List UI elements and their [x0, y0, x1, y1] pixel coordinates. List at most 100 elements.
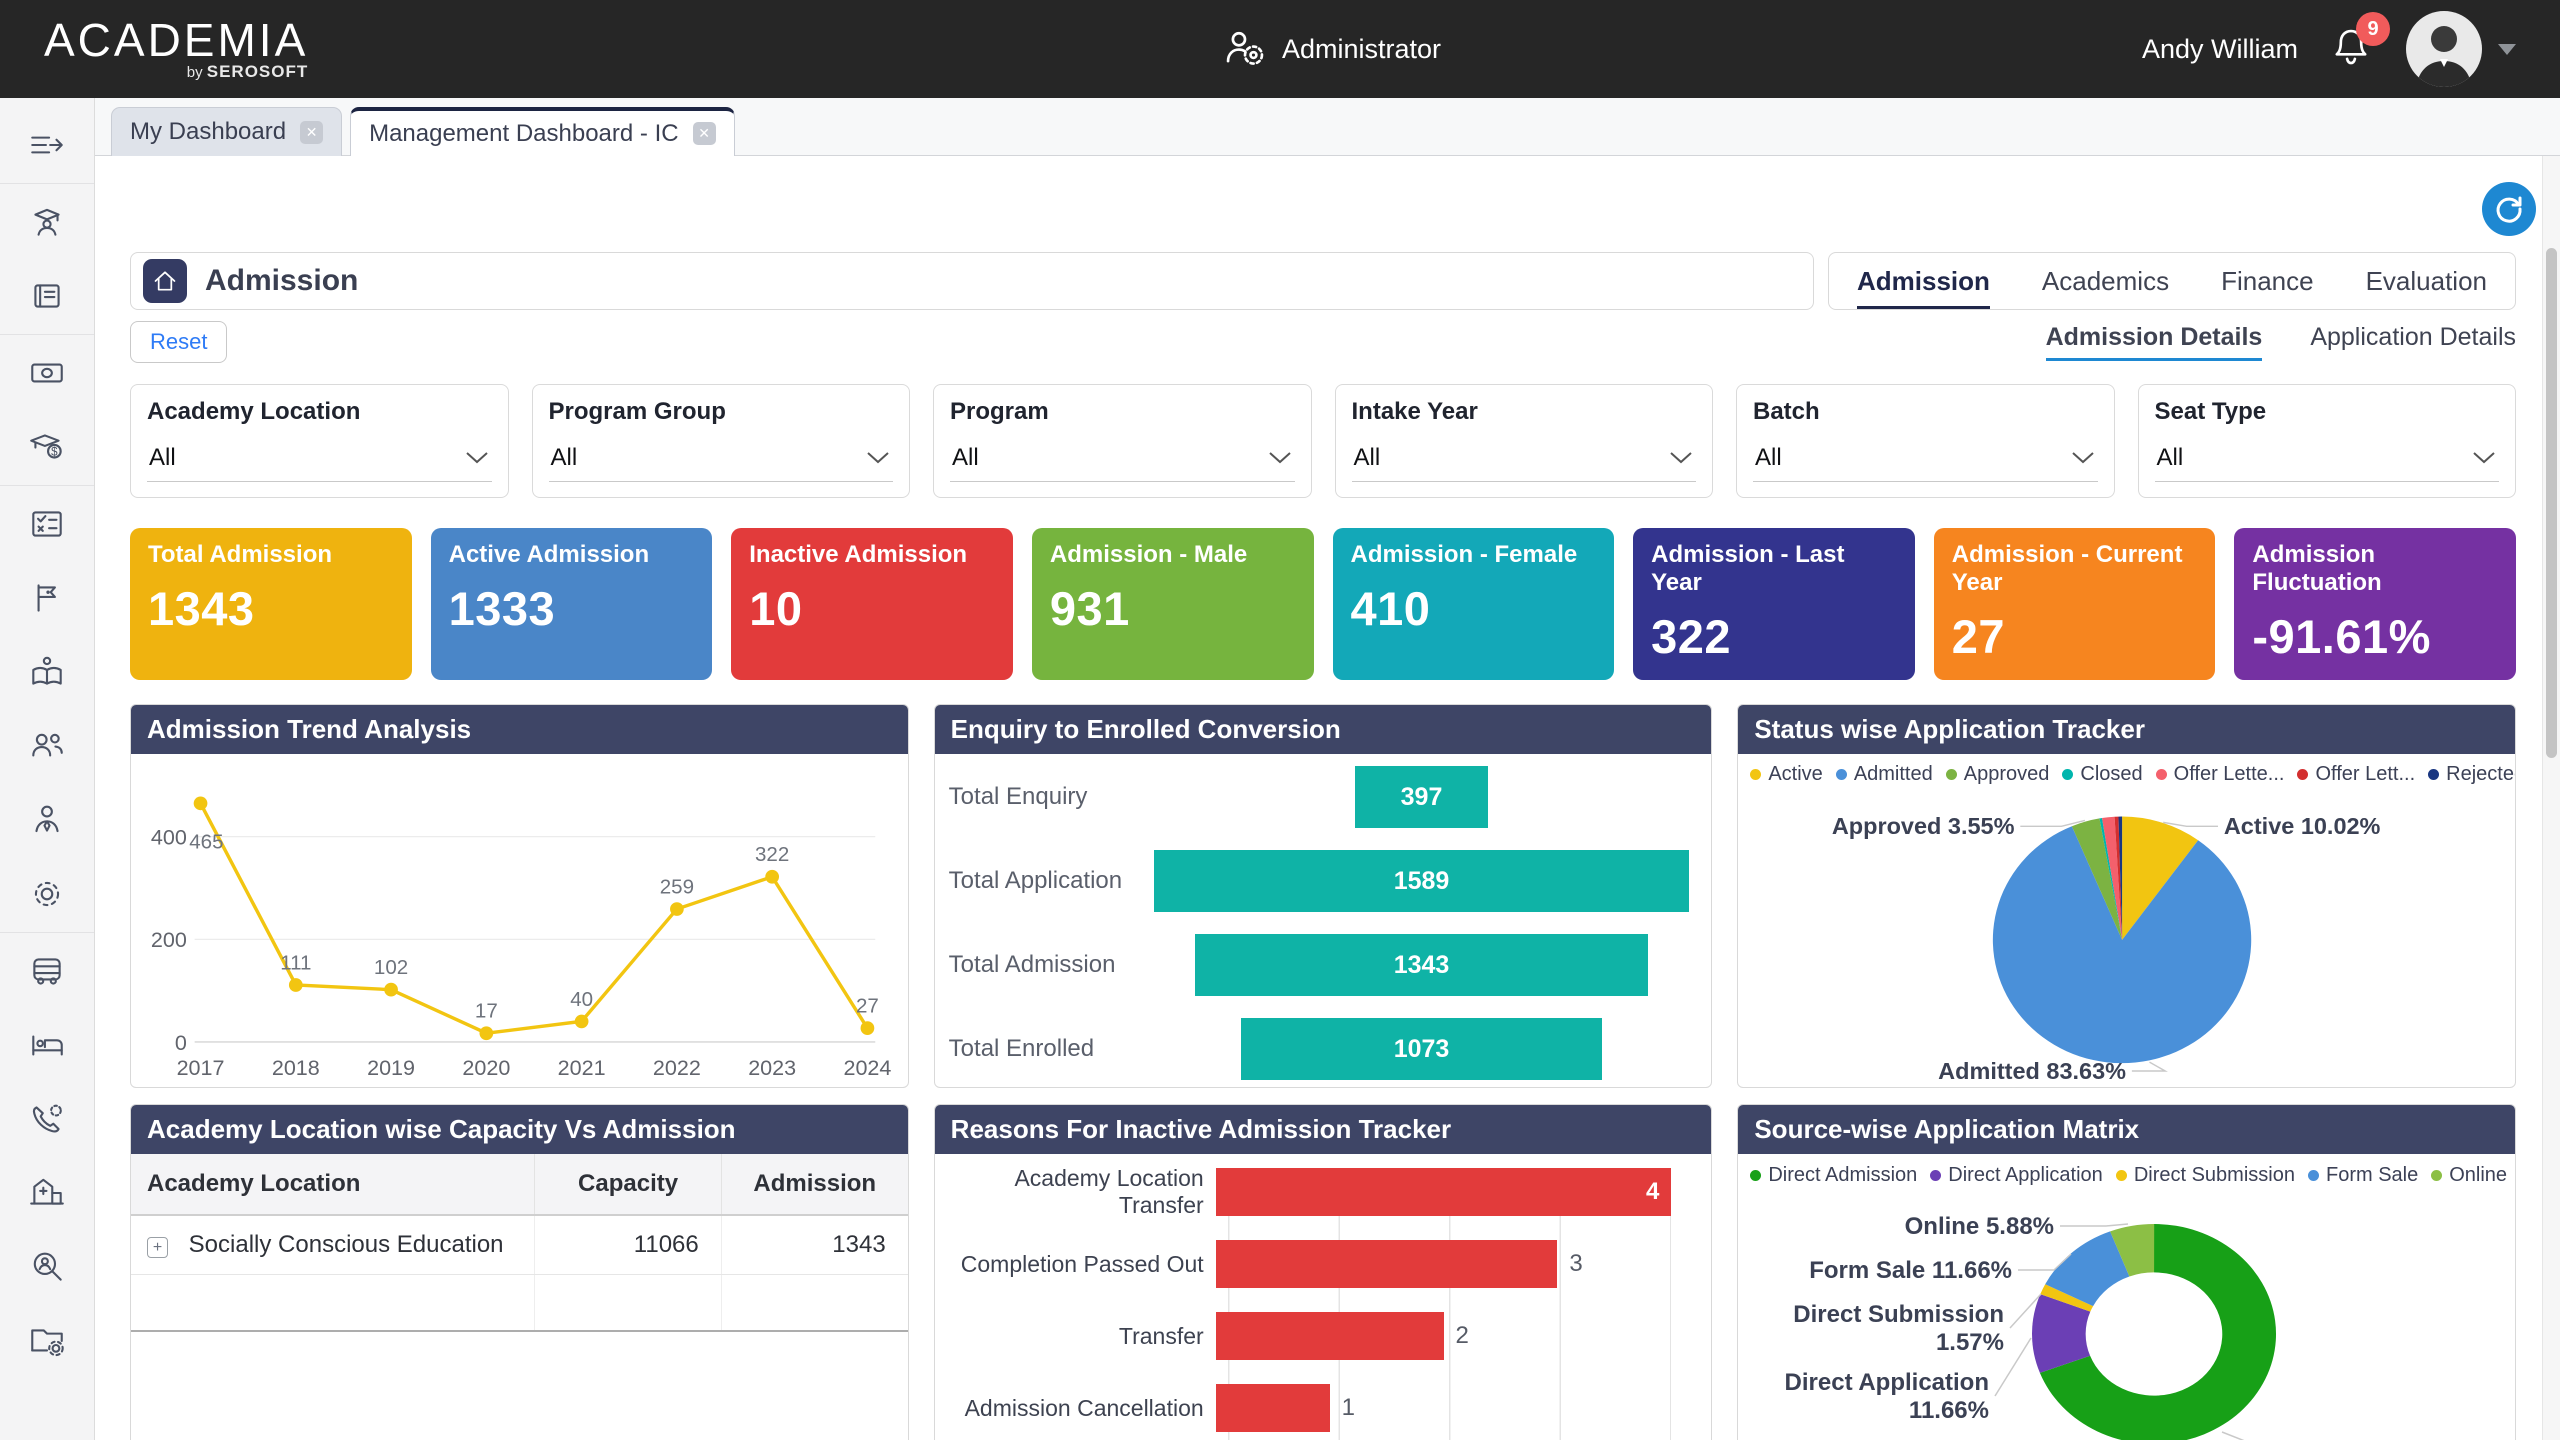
kpi-admission-female[interactable]: Admission - Female 410 — [1333, 528, 1615, 680]
intake-year-select[interactable]: All — [1352, 442, 1697, 482]
people-search-icon — [27, 1247, 67, 1287]
kpi-inactive-admission[interactable]: Inactive Admission 10 — [731, 528, 1013, 680]
sidebar-item-student[interactable] — [0, 185, 94, 259]
legend-item[interactable]: Active — [1750, 763, 1822, 786]
sidebar-item-infirmary[interactable] — [0, 1156, 94, 1230]
legend-item[interactable]: Offer Lette... — [2156, 763, 2285, 786]
role-indicator[interactable]: Administrator — [1222, 0, 1441, 98]
legend-item[interactable]: Direct Application — [1930, 1164, 2103, 1187]
legend-item[interactable]: Admitted — [1836, 763, 1933, 786]
sidebar-item-menu-expand[interactable] — [0, 108, 94, 182]
academy-location-select[interactable]: All — [147, 442, 492, 482]
sidebar: $ — [0, 98, 95, 1440]
tab-my-dashboard[interactable]: My Dashboard ✕ — [111, 107, 342, 156]
vertical-scrollbar[interactable] — [2542, 156, 2560, 1440]
data-point[interactable] — [861, 1021, 875, 1035]
col-academy-location[interactable]: Academy Location — [131, 1154, 535, 1215]
caret-down-icon[interactable] — [2498, 44, 2516, 55]
reason-bar[interactable] — [1216, 1312, 1444, 1360]
legend-item[interactable]: Closed — [2062, 763, 2142, 786]
course-book-icon — [27, 276, 67, 316]
legend-item[interactable]: Direct Submission — [2116, 1164, 2295, 1187]
helpdesk-phone-icon — [27, 1099, 67, 1139]
col-capacity[interactable]: Capacity — [535, 1154, 721, 1215]
avatar[interactable] — [2406, 11, 2482, 87]
data-point[interactable] — [575, 1015, 589, 1029]
close-icon[interactable]: ✕ — [300, 121, 323, 144]
sidebar-item-employee[interactable] — [0, 783, 94, 857]
legend-item[interactable]: Offer Lett... — [2297, 763, 2415, 786]
sidebar-item-people-search[interactable] — [0, 1230, 94, 1304]
data-point[interactable] — [194, 796, 208, 810]
reset-button[interactable]: Reset — [130, 321, 227, 363]
plus-expand-icon[interactable]: + — [147, 1237, 168, 1258]
kpi-active-admission[interactable]: Active Admission 1333 — [431, 528, 713, 680]
status-pie-chart[interactable]: Approved 3.55% Active 10.02% Admitted 83… — [1754, 795, 2499, 1087]
close-icon[interactable]: ✕ — [693, 122, 716, 145]
scrollbar-thumb[interactable] — [2546, 248, 2557, 758]
kpi-admission-male[interactable]: Admission - Male 931 — [1032, 528, 1314, 680]
data-point[interactable] — [289, 978, 303, 992]
select-value: All — [551, 444, 578, 472]
sidebar-item-documents[interactable] — [0, 1304, 94, 1378]
sidebar-item-settings[interactable] — [0, 857, 94, 931]
kpi-admission-current-year[interactable]: Admission - Current Year 27 — [1934, 528, 2216, 680]
legend-label: Direct Submission — [2134, 1164, 2295, 1187]
program-select[interactable]: All — [950, 442, 1295, 482]
data-point[interactable] — [765, 870, 779, 884]
module-tab-evaluation[interactable]: Evaluation — [2366, 253, 2487, 309]
module-tab-admission[interactable]: Admission — [1857, 253, 1990, 309]
sidebar-item-milestones[interactable] — [0, 561, 94, 635]
bar-category-label: Transfer — [951, 1323, 1216, 1350]
reason-bar[interactable] — [1216, 1384, 1330, 1432]
kpi-admission-fluctuation[interactable]: Admission Fluctuation -91.61% — [2234, 528, 2516, 680]
reason-bar[interactable]: 4 — [1216, 1168, 1672, 1216]
sidebar-item-scholarship[interactable]: $ — [0, 410, 94, 484]
notifications-button[interactable]: 9 — [2328, 24, 2376, 74]
sidebar-item-exams[interactable] — [0, 487, 94, 561]
sidebar-item-courses[interactable] — [0, 259, 94, 333]
batch-select[interactable]: All — [1753, 442, 2098, 482]
funnel-bar[interactable]: 397 — [1355, 766, 1489, 828]
kpi-value: -91.61% — [2252, 609, 2498, 664]
data-point[interactable] — [384, 983, 398, 997]
sidebar-item-transport[interactable] — [0, 934, 94, 1008]
kpi-label: Total Admission — [148, 541, 394, 569]
sidebar-item-hostel[interactable] — [0, 1008, 94, 1082]
kpi-total-admission[interactable]: Total Admission 1343 — [130, 528, 412, 680]
sidebar-item-finance[interactable] — [0, 336, 94, 410]
seat-type-select[interactable]: All — [2155, 442, 2500, 482]
legend-item[interactable]: Form Sale — [2308, 1164, 2418, 1187]
sidebar-item-library[interactable] — [0, 635, 94, 709]
data-point[interactable] — [670, 902, 684, 916]
tab-application-details[interactable]: Application Details — [2310, 323, 2516, 361]
trend-line-chart[interactable]: 0200400201720182019202020212022202320244… — [133, 756, 902, 1087]
legend-item[interactable]: Direct Admission — [1750, 1164, 1917, 1187]
tab-admission-details[interactable]: Admission Details — [2046, 323, 2263, 361]
select-value: All — [952, 444, 979, 472]
reason-bar[interactable] — [1216, 1240, 1558, 1288]
module-tab-finance[interactable]: Finance — [2221, 253, 2314, 309]
module-tab-academics[interactable]: Academics — [2042, 253, 2169, 309]
filter-label: Intake Year — [1352, 398, 1697, 426]
legend-item[interactable]: Rejected — [2428, 763, 2515, 786]
source-donut-chart[interactable]: Online 5.88% Form Sale 11.66% Direct Sub… — [1754, 1196, 2499, 1440]
legend-item[interactable]: Online — [2431, 1164, 2507, 1187]
tab-management-dashboard[interactable]: Management Dashboard - IC ✕ — [350, 107, 735, 156]
donut-legend-items: Direct Admission Direct Application Direct… — [1750, 1164, 2507, 1187]
sidebar-item-users[interactable] — [0, 709, 94, 783]
refresh-button[interactable] — [2482, 182, 2536, 236]
filter-label: Batch — [1753, 398, 2098, 426]
kpi-value: 27 — [1952, 609, 2198, 664]
home-button[interactable] — [143, 259, 187, 303]
funnel-bar[interactable]: 1343 — [1195, 934, 1648, 996]
col-admission[interactable]: Admission — [721, 1154, 907, 1215]
funnel-bar[interactable]: 1073 — [1241, 1018, 1603, 1080]
kpi-admission-last-year[interactable]: Admission - Last Year 322 — [1633, 528, 1915, 680]
data-point[interactable] — [479, 1026, 493, 1040]
program-group-select[interactable]: All — [549, 442, 894, 482]
sidebar-item-helpdesk[interactable] — [0, 1082, 94, 1156]
table-row[interactable]: + Socially Conscious Education 11066 134… — [131, 1215, 908, 1275]
funnel-bar[interactable]: 1589 — [1154, 850, 1690, 912]
legend-item[interactable]: Approved — [1946, 763, 2050, 786]
